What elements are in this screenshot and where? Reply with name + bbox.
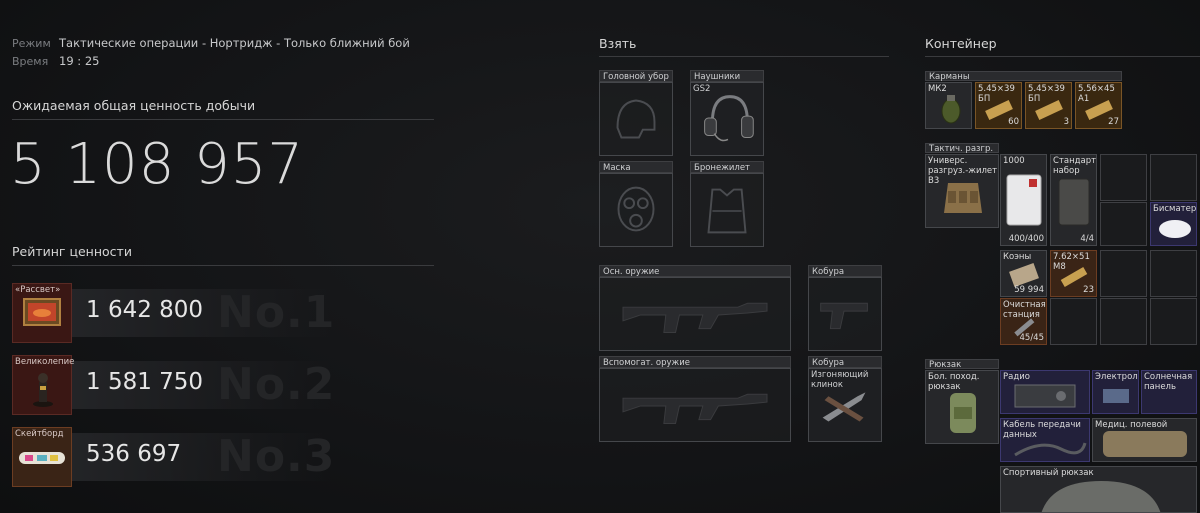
grenade-icon [941, 95, 961, 124]
pockets-header: Карманы [925, 71, 1122, 82]
rig-item[interactable]: Очистная станция 45/45 [1000, 298, 1047, 345]
slot-holster[interactable] [808, 277, 882, 351]
rig-item[interactable]: Бисматер [1150, 202, 1197, 246]
rifle-icon [622, 393, 768, 424]
divider [12, 119, 434, 120]
backpack-icon [1041, 481, 1161, 512]
slot-title-holster: Кобура [808, 356, 882, 368]
electrolyte-icon [1103, 389, 1129, 403]
backpack-item[interactable]: Спортивный рюкзак [1000, 466, 1197, 513]
divider [12, 265, 434, 266]
item-count: 60 [1008, 117, 1019, 127]
slot-head[interactable] [599, 82, 673, 156]
container-title: Контейнер [925, 36, 997, 51]
slot-secondary-weapon[interactable] [599, 368, 791, 442]
backpack-item[interactable]: Медиц. полевой [1092, 418, 1197, 462]
empty-slot[interactable] [1050, 298, 1097, 345]
rig-item[interactable]: Стандартный набор 4/4 [1050, 154, 1097, 246]
backpack-icon [950, 393, 976, 433]
backpack-item[interactable]: Радио [1000, 370, 1090, 414]
divider [925, 56, 1200, 57]
empty-slot[interactable] [1100, 202, 1147, 246]
rank-number: No.3 [217, 431, 336, 482]
slot-title-head: Головной убор [599, 70, 673, 82]
rating-title: Рейтинг ценности [12, 244, 132, 259]
item-count: 27 [1108, 117, 1119, 127]
mode-label: Режим [12, 37, 51, 50]
pistol-icon [820, 302, 868, 330]
item-count: 59 994 [1014, 285, 1044, 295]
slot-title-primary: Осн. оружие [599, 265, 791, 277]
slot-headphones[interactable]: GS2 [690, 82, 764, 156]
knife-icon [822, 392, 866, 422]
radio-icon [1014, 384, 1076, 408]
rating-row-1[interactable]: No.1 «Рассвет» 1 642 800 [12, 283, 432, 347]
item-value: 1 642 800 [86, 297, 204, 323]
empty-slot[interactable] [1100, 298, 1147, 345]
slot-title-mask: Маска [599, 161, 673, 173]
pill-icon [1159, 220, 1191, 238]
slot-armor[interactable] [690, 173, 764, 247]
loot-total: 5 108 957 [10, 132, 305, 197]
rig-item[interactable]: 1000 400/400 [1000, 154, 1047, 246]
empty-slot[interactable] [1100, 250, 1147, 297]
pocket-slot[interactable]: 5.45×39 БП 60 [975, 82, 1022, 129]
medkit-icon [1103, 431, 1187, 457]
time-value: 19 : 25 [59, 54, 100, 68]
empty-slot[interactable] [1150, 298, 1197, 345]
backpack-slot[interactable]: Бол. поход. рюкзак [925, 370, 999, 444]
item-count: 45/45 [1019, 333, 1045, 343]
rating-row-3[interactable]: No.3 Скейтборд 536 697 [12, 427, 432, 491]
slot-title-holster: Кобура [808, 265, 882, 277]
helmet-icon [616, 99, 656, 139]
time-label: Время [12, 55, 49, 68]
empty-slot[interactable] [1150, 250, 1197, 297]
pocket-slot[interactable]: МК2 [925, 82, 972, 129]
kit-icon [1058, 178, 1090, 226]
slot-title-secondary: Вспомогат. оружие [599, 356, 791, 368]
rating-row-2[interactable]: No.2 Великолепие 1 581 750 [12, 355, 432, 419]
item-count: 3 [1063, 117, 1069, 127]
bandage-icon [1006, 174, 1042, 226]
rig-item[interactable]: Коэны 59 994 [1000, 250, 1047, 297]
painting-icon: «Рассвет» [12, 283, 72, 343]
take-title: Взять [599, 36, 637, 51]
slot-primary-weapon[interactable] [599, 277, 791, 351]
hoverboard-icon: Скейтборд [12, 427, 72, 487]
slot-holster-knife[interactable]: Изгоняющий клинок [808, 368, 882, 442]
item-value: 536 697 [86, 441, 182, 467]
statuette-icon: Великолепие [12, 355, 74, 415]
rig-vest-icon [944, 183, 982, 213]
backpack-item[interactable]: Электрол [1092, 370, 1139, 414]
backpack-item[interactable]: Солнечная панель [1141, 370, 1197, 414]
rig-item[interactable]: 7.62×51 M8 23 [1050, 250, 1097, 297]
mode-value: Тактические операции - Нортридж - Только… [59, 36, 410, 50]
cable-icon [1014, 442, 1087, 457]
item-count: 23 [1083, 285, 1094, 295]
empty-slot[interactable] [1150, 154, 1197, 201]
item-value: 1 581 750 [86, 369, 204, 395]
backpack-header: Рюкзак [925, 359, 999, 370]
headset-icon [704, 95, 754, 142]
loot-title: Ожидаемая общая ценность добычи [12, 98, 256, 113]
pocket-slot[interactable]: 5.56×45 A1 27 [1075, 82, 1122, 129]
rig-slot[interactable]: Универс. разгруз.-жилет B3 [925, 154, 999, 228]
divider [599, 56, 889, 57]
empty-slot[interactable] [1100, 154, 1147, 201]
rifle-icon [622, 302, 768, 333]
rank-number: No.2 [217, 359, 336, 410]
vest-icon [707, 188, 747, 234]
gas-mask-icon [617, 186, 655, 232]
item-name: Солнечная панель [1144, 372, 1193, 392]
rig-header: Тактич. разгр. [925, 143, 999, 154]
slot-title-headphones: Наушники [690, 70, 764, 82]
item-count: 400/400 [1008, 234, 1044, 244]
item-count: 4/4 [1080, 234, 1094, 244]
slot-title-armor: Бронежилет [690, 161, 764, 173]
slot-mask[interactable] [599, 173, 673, 247]
backpack-item[interactable]: Кабель передачи данных [1000, 418, 1090, 462]
rank-number: No.1 [217, 287, 336, 338]
pocket-slot[interactable]: 5.45×39 БП 3 [1025, 82, 1072, 129]
